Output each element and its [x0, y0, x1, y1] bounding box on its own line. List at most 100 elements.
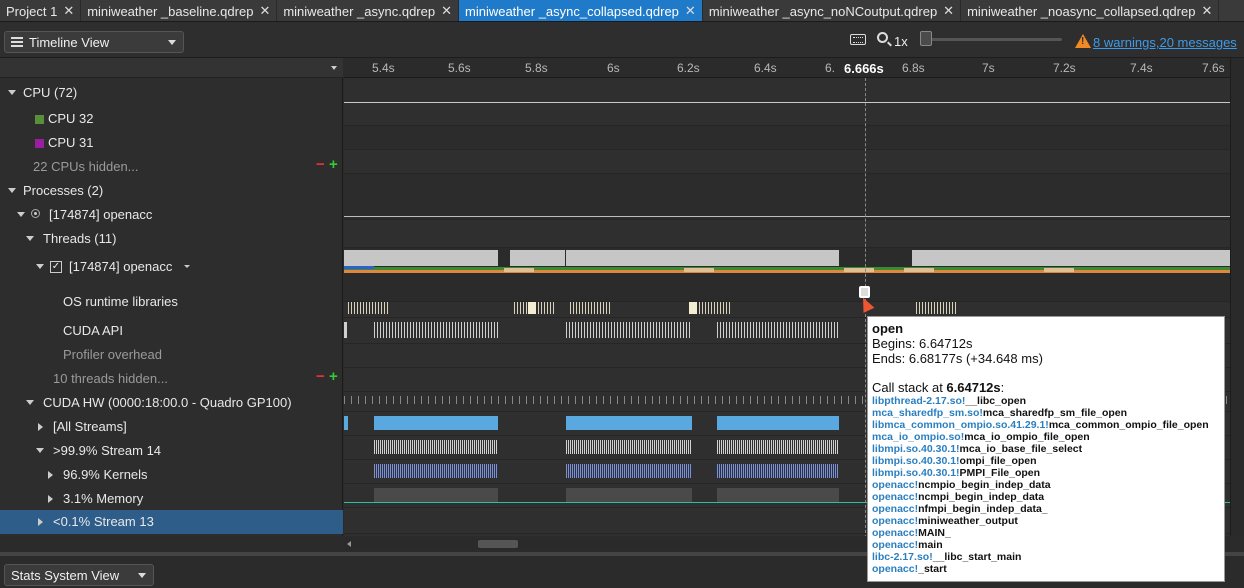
expand-icon[interactable]: [8, 188, 16, 193]
minus-icon[interactable]: −: [316, 156, 325, 173]
lane-thread[interactable]: [344, 248, 1230, 302]
tree-row-cuda-api[interactable]: CUDA API: [0, 322, 343, 340]
close-icon[interactable]: ✕: [685, 3, 696, 19]
expand-icon[interactable]: [38, 518, 43, 526]
tree-row-cpu32[interactable]: CPU 32: [0, 110, 343, 128]
tree-row-cpus-hidden[interactable]: 22 CPUs hidden... − +: [0, 156, 343, 176]
thread-marker[interactable]: [904, 268, 934, 272]
thread-state-blue[interactable]: [344, 266, 374, 269]
tree-row-threads-hidden[interactable]: 10 threads hidden... − +: [0, 368, 343, 388]
thread-checkbox[interactable]: ✓: [50, 261, 62, 273]
expand-icon[interactable]: [17, 212, 25, 217]
toolbar: Timeline View 1x 8 warnings,20 messages: [0, 22, 1244, 58]
tree-row-process[interactable]: [174874] openacc: [0, 206, 343, 224]
expand-icon[interactable]: [26, 236, 34, 241]
scroll-left-icon[interactable]: [347, 541, 351, 547]
stream14-kernel[interactable]: [374, 440, 498, 454]
keyboard-icon[interactable]: [850, 34, 866, 45]
stream14-kernel[interactable]: [717, 440, 839, 454]
memory-block[interactable]: [717, 488, 839, 502]
os-runtime-call-large[interactable]: [528, 302, 536, 314]
thread-marker[interactable]: [844, 268, 874, 272]
chevron-down-icon[interactable]: [184, 265, 190, 268]
warnings-link[interactable]: 8 warnings,20 messages: [1093, 35, 1237, 50]
cuda-api-call[interactable]: [374, 322, 498, 338]
os-runtime-call[interactable]: [916, 302, 956, 314]
tree-row-stream13[interactable]: <0.1% Stream 13: [0, 510, 343, 534]
memory-block[interactable]: [374, 488, 498, 502]
kernel-block[interactable]: [566, 464, 692, 478]
plus-icon[interactable]: +: [329, 368, 338, 385]
vertical-scrollbar[interactable]: [1230, 58, 1244, 536]
lane-processes[interactable]: [344, 174, 1230, 220]
all-streams-block[interactable]: [374, 416, 498, 430]
thread-marker[interactable]: [684, 268, 714, 272]
tree-row-cpu[interactable]: CPU (72): [0, 84, 343, 102]
kernel-block[interactable]: [374, 464, 498, 478]
tree-row-os-runtime[interactable]: OS runtime libraries: [0, 293, 343, 311]
zoom-slider-thumb[interactable]: [920, 31, 932, 46]
all-streams-block[interactable]: [566, 416, 692, 430]
kernel-block[interactable]: [717, 464, 839, 478]
expand-icon[interactable]: [8, 90, 16, 95]
view-select[interactable]: Timeline View: [4, 31, 184, 53]
tab-4[interactable]: miniweather _async_noNCoutput.qdrep ✕: [703, 0, 962, 21]
lane-cpu31[interactable]: [344, 150, 1230, 174]
os-runtime-call-large[interactable]: [689, 302, 697, 314]
plus-icon[interactable]: +: [329, 156, 338, 173]
tab-0[interactable]: Project 1 ✕: [0, 0, 82, 21]
expand-icon[interactable]: [48, 471, 53, 479]
all-streams-block[interactable]: [344, 416, 348, 430]
tree-row-cuda-hw[interactable]: CUDA HW (0000:18:00.0 - Quadro GP100): [0, 394, 343, 412]
os-runtime-call[interactable]: [570, 302, 610, 314]
lane-threads[interactable]: [344, 220, 1230, 248]
tree-label-all-streams: [All Streams]: [53, 419, 127, 434]
stream14-kernel[interactable]: [566, 440, 692, 454]
zoom-slider-track[interactable]: [922, 38, 1062, 41]
cuda-api-call[interactable]: [717, 322, 839, 338]
tree-row-profiler[interactable]: Profiler overhead: [0, 346, 343, 364]
thread-activity-block[interactable]: [686, 250, 839, 266]
time-ruler[interactable]: 5.4s 5.6s 5.8s 6s 6.2s 6.4s 6. 6.666s 6.8s 7s 7.2s…: [344, 58, 1230, 78]
expand-icon[interactable]: [38, 423, 43, 431]
horizontal-scroll-thumb[interactable]: [478, 540, 518, 548]
thread-marker[interactable]: [1044, 268, 1074, 272]
close-icon[interactable]: ✕: [63, 3, 74, 19]
tab-1[interactable]: miniweather _baseline.qdrep ✕: [81, 0, 278, 21]
tree-row-threads[interactable]: Threads (11): [0, 230, 343, 248]
thread-activity-block[interactable]: [510, 250, 565, 266]
tree-row-all-streams[interactable]: [All Streams]: [0, 418, 343, 436]
tab-3[interactable]: miniweather _async_collapsed.qdrep ✕: [459, 0, 703, 21]
tree-row-kernels[interactable]: 96.9% Kernels: [0, 466, 343, 484]
tab-2[interactable]: miniweather _async.qdrep ✕: [277, 0, 459, 21]
lane-cpu32[interactable]: [344, 126, 1230, 150]
zoom-out-icon[interactable]: [877, 32, 888, 43]
thread-activity-block[interactable]: [344, 250, 498, 266]
tree-row-memory[interactable]: 3.1% Memory: [0, 490, 343, 508]
os-runtime-call[interactable]: [348, 302, 388, 314]
tree-row-cpu31[interactable]: CPU 31: [0, 134, 343, 152]
expand-icon[interactable]: [26, 400, 34, 405]
thread-state-strip-orange[interactable]: [344, 270, 1230, 273]
cuda-api-call[interactable]: [344, 322, 347, 338]
thread-marker[interactable]: [504, 268, 534, 272]
all-streams-block[interactable]: [717, 416, 839, 430]
close-icon[interactable]: ✕: [1201, 3, 1212, 19]
cuda-api-call[interactable]: [566, 322, 692, 338]
tree-row-stream14[interactable]: >99.9% Stream 14: [0, 442, 343, 460]
close-icon[interactable]: ✕: [441, 3, 452, 19]
tree-row-thread[interactable]: ✓ [174874] openacc: [0, 258, 343, 276]
memory-block[interactable]: [566, 488, 692, 502]
expand-icon[interactable]: [36, 448, 44, 453]
tab-5[interactable]: miniweather _noasync_collapsed.qdrep ✕: [961, 0, 1220, 21]
close-icon[interactable]: ✕: [259, 3, 270, 19]
stats-view-select[interactable]: Stats System View: [4, 564, 154, 586]
expand-icon[interactable]: [36, 264, 44, 269]
thread-activity-block[interactable]: [912, 250, 1230, 266]
lane-cpu[interactable]: [344, 78, 1230, 126]
close-icon[interactable]: ✕: [943, 3, 954, 19]
minus-icon[interactable]: −: [316, 368, 325, 385]
tree-row-processes[interactable]: Processes (2): [0, 182, 343, 200]
chevron-down-icon[interactable]: [331, 66, 337, 70]
expand-icon[interactable]: [48, 495, 53, 503]
